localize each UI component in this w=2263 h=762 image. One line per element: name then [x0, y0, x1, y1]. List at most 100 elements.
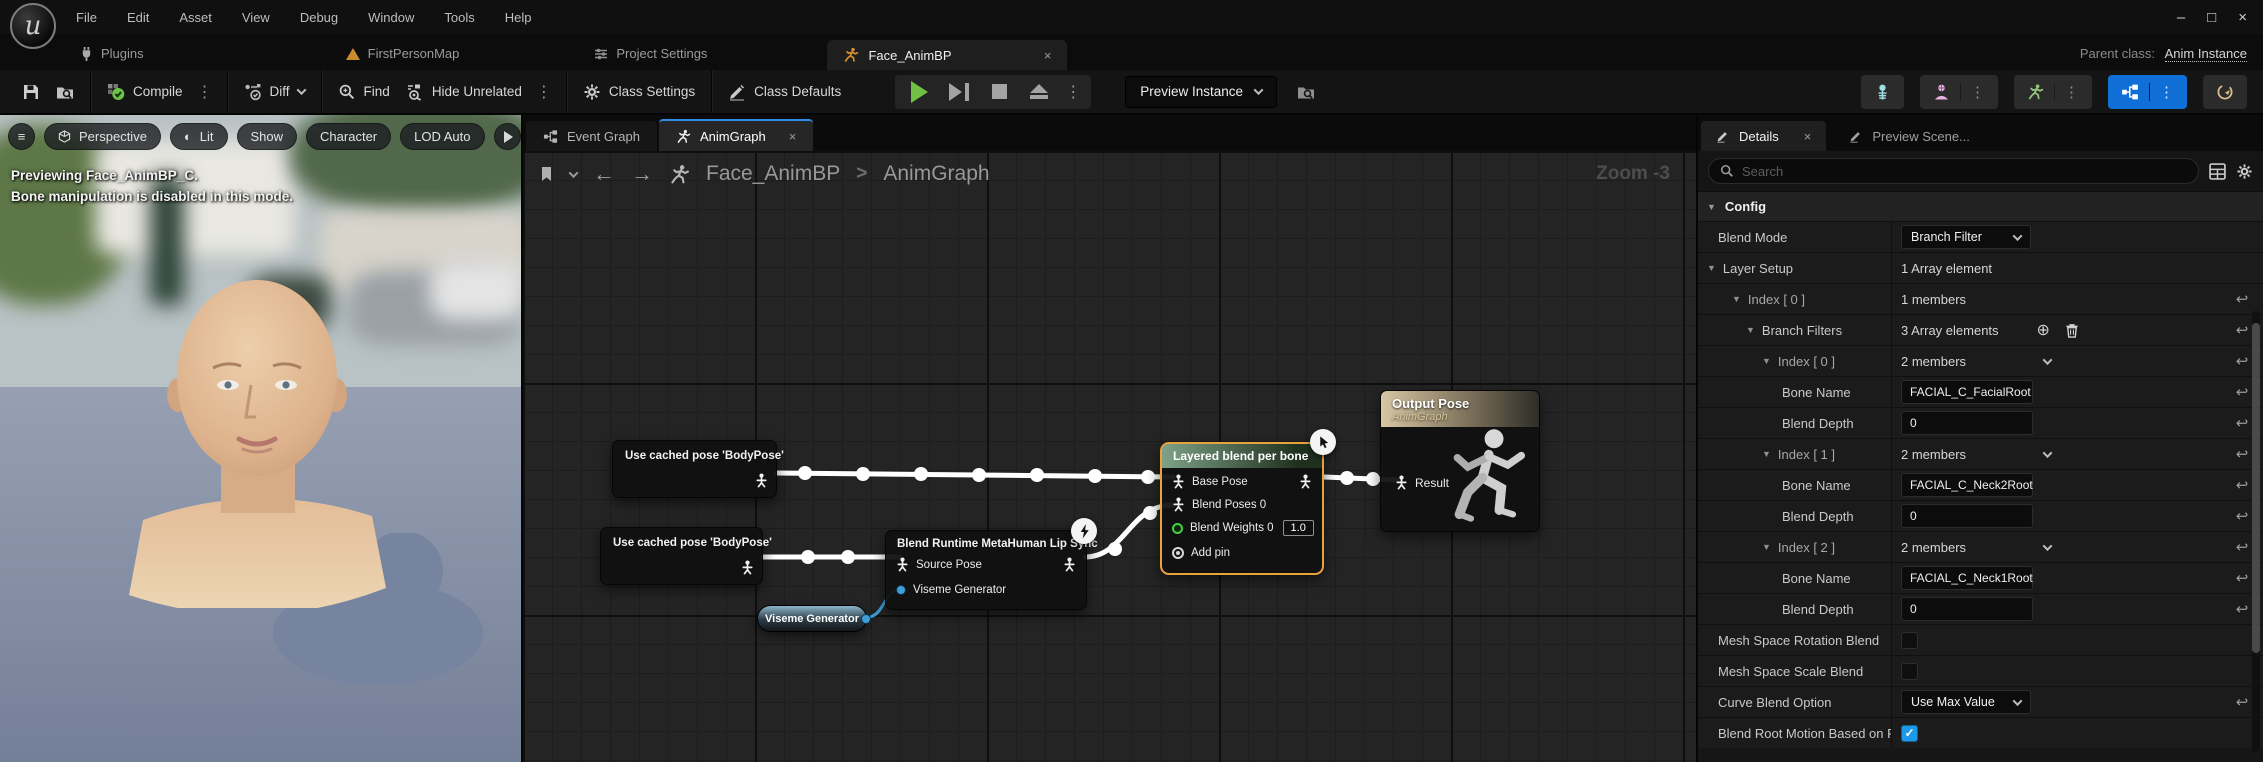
- blend-depth-input[interactable]: 0: [1901, 597, 2033, 621]
- viewport-play-button[interactable]: [494, 123, 521, 150]
- add-pin-row[interactable]: Add pin: [1162, 540, 1322, 563]
- node-cached-pose-bottom[interactable]: Use cached pose 'BodyPose': [600, 527, 763, 585]
- blueprint-kebab-icon[interactable]: ⋮: [2149, 83, 2174, 101]
- close-doc-tab-icon[interactable]: ×: [1044, 48, 1052, 63]
- compile-options-kebab-icon[interactable]: ⋮: [191, 82, 219, 102]
- object-output-pin-icon[interactable]: [861, 614, 871, 624]
- class-settings-button[interactable]: Class Settings: [575, 83, 703, 101]
- blueprint-mode-button[interactable]: ⋮: [2108, 75, 2187, 109]
- character-dropdown[interactable]: Character: [306, 123, 391, 150]
- preview-viewport[interactable]: ≡ Perspective ◐ Lit Show Character LOD A…: [0, 115, 521, 762]
- close-tab-icon[interactable]: ×: [789, 129, 797, 144]
- animation-mode-button[interactable]: ⋮: [2014, 75, 2092, 109]
- mesh-kebab-icon[interactable]: ⋮: [1960, 83, 1985, 101]
- add-array-element-icon[interactable]: ⊕: [2037, 320, 2050, 340]
- forward-button[interactable]: →: [631, 161, 653, 187]
- pose-output-pin[interactable]: [755, 473, 768, 488]
- perspective-dropdown[interactable]: Perspective: [44, 123, 161, 150]
- menu-file[interactable]: File: [76, 10, 97, 25]
- blend-weight-value-box[interactable]: 1.0: [1283, 520, 1314, 536]
- expander-icon[interactable]: ▼: [1732, 294, 1741, 304]
- stop-button[interactable]: [979, 77, 1019, 107]
- show-dropdown[interactable]: Show: [237, 123, 298, 150]
- physics-mode-button[interactable]: [2203, 75, 2247, 109]
- browse-debug-button[interactable]: [1289, 83, 1323, 101]
- menu-help[interactable]: Help: [505, 10, 532, 25]
- skeleton-mode-button[interactable]: [1861, 75, 1904, 109]
- section-config[interactable]: ▼ Config: [1698, 191, 2263, 221]
- doc-tab-face-animbp[interactable]: Face_AnimBP ×: [827, 40, 1067, 70]
- details-settings-gear-icon[interactable]: [2236, 163, 2253, 180]
- details-scrollbar[interactable]: [2252, 311, 2260, 752]
- mesh-space-rotation-checkbox[interactable]: [1901, 632, 1918, 649]
- tab-project-settings[interactable]: Project Settings: [594, 46, 707, 61]
- node-lip-sync[interactable]: Blend Runtime MetaHuman Lip Sync Source …: [885, 530, 1087, 610]
- diff-button[interactable]: Diff: [236, 83, 313, 101]
- hide-unrelated-kebab-icon[interactable]: ⋮: [530, 82, 558, 102]
- expander-icon[interactable]: ▼: [1762, 449, 1771, 459]
- mesh-mode-button[interactable]: ⋮: [1920, 75, 1998, 109]
- back-button[interactable]: ←: [593, 161, 615, 187]
- search-box[interactable]: [1708, 158, 2199, 184]
- close-button[interactable]: ×: [2238, 9, 2247, 26]
- viseme-generator-pin-row[interactable]: Viseme Generator: [886, 576, 1086, 600]
- blend-weights-pin-row[interactable]: Blend Weights 0 1.0: [1162, 516, 1322, 540]
- breadcrumb-root[interactable]: Face_AnimBP: [706, 162, 840, 186]
- blend-poses-pin-row[interactable]: Blend Poses 0: [1162, 493, 1322, 516]
- tab-plugins[interactable]: Plugins: [80, 46, 144, 61]
- animgraph-canvas[interactable]: Use cached pose 'BodyPose' Use cached po…: [523, 151, 1696, 762]
- minimize-button[interactable]: –: [2177, 9, 2185, 26]
- bone-name-input[interactable]: FACIAL_C_Neck1Root: [1901, 566, 2033, 590]
- node-viseme-generator-var[interactable]: Viseme Generator: [757, 605, 867, 632]
- pose-output-pin-icon[interactable]: [1299, 474, 1312, 489]
- menu-window[interactable]: Window: [368, 10, 414, 25]
- expander-icon[interactable]: ▼: [1707, 263, 1716, 273]
- menu-tools[interactable]: Tools: [444, 10, 474, 25]
- play-options-kebab-icon[interactable]: ⋮: [1059, 82, 1087, 102]
- class-defaults-button[interactable]: Class Defaults: [720, 83, 849, 101]
- compile-button[interactable]: Compile: [99, 83, 191, 101]
- breadcrumb-current[interactable]: AnimGraph: [883, 162, 989, 186]
- element-options-chevron-icon[interactable]: [2043, 355, 2053, 365]
- element-options-chevron-icon[interactable]: [2043, 541, 2053, 551]
- pose-output-pin[interactable]: [741, 560, 754, 575]
- parent-class-link[interactable]: Anim Instance: [2165, 46, 2247, 62]
- curve-blend-option-dropdown[interactable]: Use Max Value: [1901, 690, 2031, 714]
- source-pose-pin-row[interactable]: Source Pose: [886, 553, 1086, 576]
- step-forward-button[interactable]: [939, 77, 979, 107]
- viewport-menu-button[interactable]: ≡: [8, 123, 35, 150]
- blend-depth-input[interactable]: 0: [1901, 411, 2033, 435]
- expander-icon[interactable]: ▼: [1762, 356, 1771, 366]
- menu-debug[interactable]: Debug: [300, 10, 338, 25]
- result-pin-row[interactable]: Result: [1385, 471, 1459, 494]
- hide-unrelated-button[interactable]: Hide Unrelated: [398, 83, 530, 101]
- reset-to-default-icon[interactable]: ↩: [2221, 284, 2263, 314]
- element-options-chevron-icon[interactable]: [2043, 448, 2053, 458]
- menu-asset[interactable]: Asset: [179, 10, 212, 25]
- tab-event-graph[interactable]: Event Graph: [526, 121, 657, 151]
- scrollbar-thumb[interactable]: [2252, 323, 2260, 653]
- preview-instance-dropdown[interactable]: Preview Instance: [1125, 76, 1277, 108]
- tab-first-person-map[interactable]: FirstPersonMap: [346, 46, 460, 61]
- bone-name-input[interactable]: FACIAL_C_Neck2Root: [1901, 473, 2033, 497]
- maximize-button[interactable]: □: [2207, 9, 2216, 26]
- blend-mode-dropdown[interactable]: Branch Filter: [1901, 225, 2031, 249]
- blend-root-motion-checkbox[interactable]: ✓: [1901, 725, 1918, 742]
- menu-view[interactable]: View: [242, 10, 270, 25]
- expander-icon[interactable]: ▼: [1762, 542, 1771, 552]
- bone-name-input[interactable]: FACIAL_C_FacialRoot: [1901, 380, 2033, 404]
- node-output-pose[interactable]: Output Pose AnimGraph: [1380, 390, 1540, 532]
- delete-array-icon[interactable]: [2065, 323, 2079, 338]
- save-button[interactable]: [14, 83, 48, 101]
- close-tab-icon[interactable]: ×: [1804, 129, 1812, 144]
- lit-dropdown[interactable]: ◐ Lit: [170, 123, 228, 150]
- node-cached-pose-top[interactable]: Use cached pose 'BodyPose': [612, 440, 777, 498]
- node-layered-blend-per-bone[interactable]: Layered blend per bone Base Pose Blend P…: [1160, 442, 1324, 575]
- menu-edit[interactable]: Edit: [127, 10, 149, 25]
- expander-icon[interactable]: ▼: [1746, 325, 1755, 335]
- tab-animgraph[interactable]: AnimGraph ×: [659, 119, 813, 151]
- pose-output-pin-icon[interactable]: [1063, 557, 1076, 572]
- search-input[interactable]: [1742, 164, 2187, 179]
- play-button[interactable]: [899, 77, 939, 107]
- find-button[interactable]: Find: [330, 83, 398, 101]
